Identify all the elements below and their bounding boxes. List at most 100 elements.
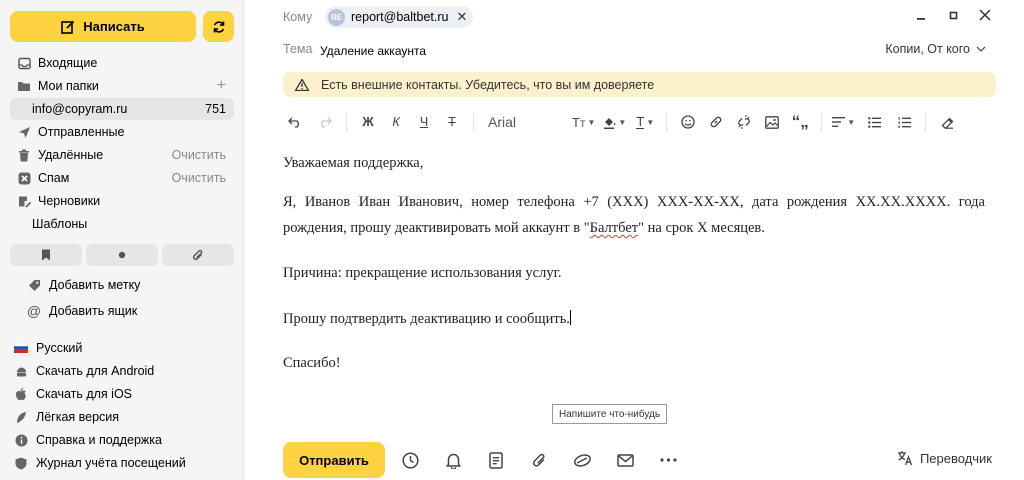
emoji-button[interactable]: [677, 110, 699, 134]
clear-deleted-link[interactable]: Очистить: [172, 148, 226, 162]
add-label-text: Добавить метку: [49, 278, 141, 292]
eraser-icon: [941, 117, 954, 129]
more-options-button[interactable]: [657, 449, 679, 471]
help-link[interactable]: Справка и поддержка: [14, 430, 162, 450]
cc-from-toggle[interactable]: Копии, От кого: [885, 42, 986, 56]
download-ios-label: Скачать для iOS: [36, 387, 133, 401]
placeholder-tooltip: Напишите что-нибудь: [552, 404, 668, 424]
download-android-link[interactable]: Скачать для Android: [14, 361, 154, 381]
attach-from-disk-button[interactable]: [571, 449, 593, 471]
schedule-send-button[interactable]: [399, 449, 421, 471]
caret-down-icon: ▼: [646, 117, 655, 127]
close-icon: [979, 9, 991, 21]
sidebar-item-inbox[interactable]: Входящие: [10, 52, 234, 74]
toolbar-separator: [925, 113, 927, 131]
refresh-button[interactable]: [203, 11, 234, 42]
unread-filter-button[interactable]: [86, 244, 158, 266]
reminder-button[interactable]: [442, 449, 464, 471]
minimize-icon: [917, 18, 925, 20]
clear-formatting-button[interactable]: [936, 110, 958, 134]
download-ios-link[interactable]: Скачать для iOS: [14, 384, 132, 404]
font-family-select[interactable]: Arial: [488, 110, 572, 134]
refresh-icon: [213, 20, 224, 33]
recipient-avatar: RE: [328, 8, 345, 26]
link-button[interactable]: [705, 110, 727, 134]
clock-icon: [401, 451, 419, 469]
template-button[interactable]: [485, 449, 507, 471]
at-sign-icon: @: [26, 303, 42, 319]
clear-spam-link[interactable]: Очистить: [172, 171, 226, 185]
recipient-chip[interactable]: RE report@baltbet.ru ✕: [325, 6, 474, 28]
misspelled-word: Балтбет: [589, 220, 639, 236]
sidebar-item-templates[interactable]: Шаблоны: [10, 213, 234, 235]
body-request-text: Прошу подтвердить деактивацию и сообщить…: [283, 311, 570, 327]
sidebar-item-drafts[interactable]: Черновики: [10, 190, 234, 212]
document-icon: [489, 451, 503, 469]
sidebar-item-label: Мои папки: [38, 79, 99, 93]
numbered-list-icon: [898, 116, 911, 128]
bookmark-filter-button[interactable]: [10, 244, 82, 266]
minimize-button[interactable]: [914, 8, 928, 22]
toolbar-separator: [666, 113, 668, 131]
external-contacts-warning: Есть внешние контакты. Убедитесь, что вы…: [283, 72, 996, 97]
translate-icon: [897, 451, 913, 466]
feather-icon: [14, 410, 28, 424]
language-selector[interactable]: Русский: [14, 338, 82, 358]
close-button[interactable]: [978, 8, 992, 22]
attach-from-mail-button[interactable]: [614, 449, 636, 471]
text-cursor: [569, 310, 571, 325]
sidebar-item-deleted[interactable]: Удалённые Очистить: [10, 144, 234, 166]
sidebar-item-my-folders[interactable]: Мои папки +: [10, 75, 234, 97]
translator-label: Переводчик: [919, 450, 992, 466]
compose-footer: Отправить Переводчик: [283, 442, 1003, 478]
send-button[interactable]: Отправить: [283, 442, 385, 478]
shield-icon: [14, 456, 28, 470]
to-label: Кому: [283, 10, 313, 24]
compose-button[interactable]: Написать: [10, 11, 196, 42]
sidebar-item-spam[interactable]: Спам Очистить: [10, 167, 234, 189]
font-size-icon: TT: [572, 114, 586, 130]
fill-color-button[interactable]: ▼: [603, 110, 626, 134]
visit-log-link[interactable]: Журнал учёта посещений: [14, 453, 186, 473]
remove-recipient-icon[interactable]: ✕: [456, 9, 467, 25]
download-android-label: Скачать для Android: [36, 364, 155, 378]
sidebar-item-info-copyram[interactable]: info@copyram.ru 751: [10, 98, 234, 120]
attach-file-button[interactable]: [528, 449, 550, 471]
sidebar-item-sent[interactable]: Отправленные: [10, 121, 234, 143]
add-label-button[interactable]: Добавить метку: [26, 274, 140, 296]
restore-button[interactable]: [946, 8, 960, 22]
strikethrough-button[interactable]: Т: [441, 110, 463, 134]
translator-button[interactable]: Переводчик: [897, 450, 992, 466]
caret-down-icon: ▼: [618, 117, 627, 127]
numbered-list-button[interactable]: [893, 110, 915, 134]
sidebar-item-label: Черновики: [38, 194, 101, 208]
light-version-link[interactable]: Лёгкая версия: [14, 407, 119, 427]
insert-image-button[interactable]: [761, 110, 783, 134]
text-color-button[interactable]: T ▼: [634, 110, 656, 134]
quick-filter-row: [10, 244, 234, 266]
unlink-button[interactable]: [733, 110, 755, 134]
font-size-button[interactable]: TT ▼: [572, 110, 595, 134]
redo-button[interactable]: [314, 110, 336, 134]
body-paragraph: Я, Иванов Иван Иванович, номер телефона …: [283, 189, 985, 241]
smile-icon: [681, 115, 695, 129]
quote-button[interactable]: “„: [789, 110, 811, 134]
bold-button[interactable]: Ж: [357, 110, 379, 134]
disk-clip-icon: [573, 453, 591, 467]
italic-button[interactable]: К: [385, 110, 407, 134]
add-folder-icon[interactable]: +: [217, 77, 226, 95]
undo-button[interactable]: [284, 110, 306, 134]
toolbar-separator: [346, 113, 347, 131]
add-mailbox-button[interactable]: @ Добавить ящик: [26, 300, 137, 322]
pencil-square-icon: [61, 20, 75, 34]
restore-icon: [949, 11, 957, 19]
subject-input[interactable]: Удаление аккаунта: [320, 44, 426, 58]
quote-icon: “„: [791, 112, 809, 131]
align-button[interactable]: ▼: [832, 110, 855, 134]
caret-down-icon: ▼: [847, 117, 856, 127]
underline-button[interactable]: Ч: [413, 110, 435, 134]
body-thanks: Спасибо!: [283, 355, 341, 371]
attachment-filter-button[interactable]: [162, 244, 234, 266]
bulleted-list-button[interactable]: [863, 110, 885, 134]
visit-log-label: Журнал учёта посещений: [36, 456, 186, 470]
